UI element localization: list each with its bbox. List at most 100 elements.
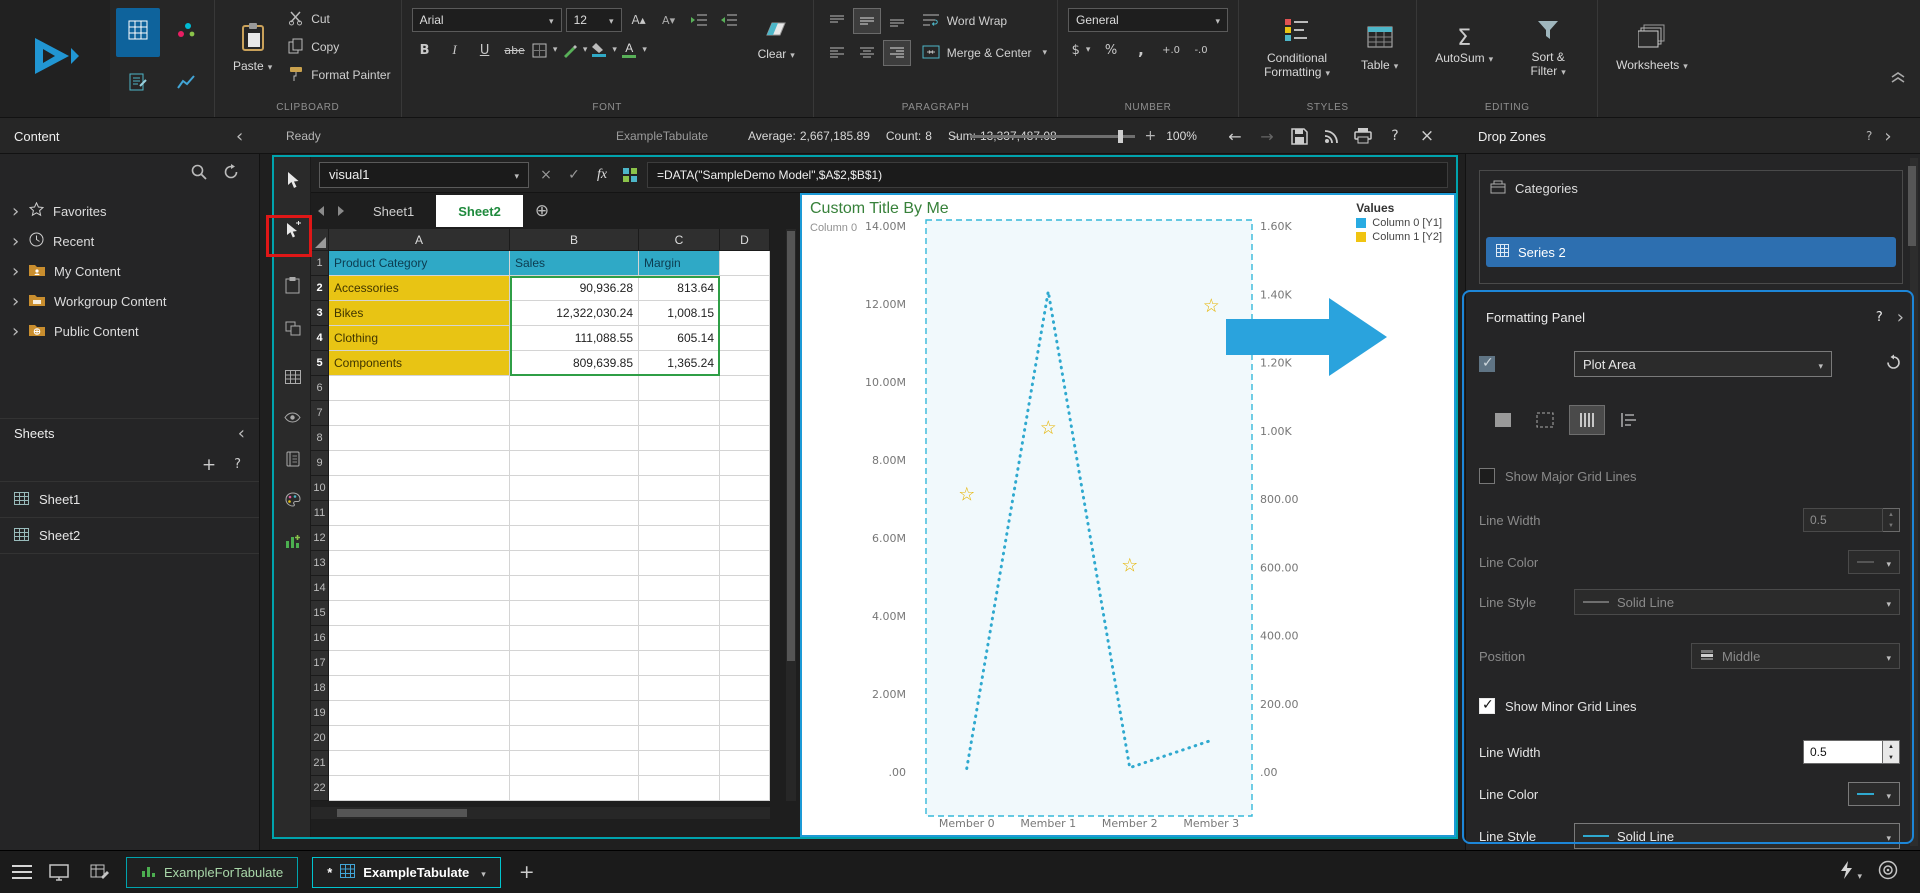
cell-D21[interactable] bbox=[720, 751, 770, 776]
row-header-3[interactable]: 3 bbox=[311, 301, 329, 326]
cell-C4[interactable]: 605.14 bbox=[639, 326, 720, 351]
cell-B18[interactable] bbox=[510, 676, 639, 701]
cell-A7[interactable] bbox=[329, 401, 510, 426]
row-header-15[interactable]: 15 bbox=[311, 601, 329, 626]
gridlines-tab-icon[interactable] bbox=[1570, 406, 1604, 434]
cell-A16[interactable] bbox=[329, 626, 510, 651]
zoom-in-icon[interactable]: + bbox=[1145, 128, 1157, 144]
cell-C18[interactable] bbox=[639, 676, 720, 701]
worksheets-button[interactable]: Worksheets bbox=[1608, 6, 1696, 92]
data-function-icon[interactable] bbox=[619, 163, 641, 187]
row-header-6[interactable]: 6 bbox=[311, 376, 329, 401]
sheet-nav-prev-icon[interactable] bbox=[318, 206, 324, 216]
eye-tool-icon[interactable] bbox=[280, 405, 305, 430]
sheet-nav-next-icon[interactable] bbox=[338, 206, 344, 216]
row-header-5[interactable]: 5 bbox=[311, 351, 329, 376]
axis-tab-icon[interactable] bbox=[1612, 406, 1646, 434]
align-bottom-icon[interactable] bbox=[884, 9, 910, 33]
cell-C9[interactable] bbox=[639, 451, 720, 476]
show-major-gridlines-checkbox[interactable] bbox=[1479, 468, 1495, 484]
cell-A18[interactable] bbox=[329, 676, 510, 701]
mode-scatter-button[interactable] bbox=[164, 8, 208, 57]
paste-button[interactable]: Paste bbox=[225, 6, 280, 92]
copy-button[interactable]: Copy bbox=[288, 34, 390, 60]
cell-D5[interactable] bbox=[720, 351, 770, 376]
column-header-C[interactable]: C bbox=[639, 229, 720, 251]
fill-color-icon[interactable] bbox=[592, 38, 618, 62]
panel-scrollbar[interactable] bbox=[1910, 158, 1918, 846]
cell-A14[interactable] bbox=[329, 576, 510, 601]
cell-D20[interactable] bbox=[720, 726, 770, 751]
row-header-10[interactable]: 10 bbox=[311, 476, 329, 501]
add-sheet-icon[interactable]: + bbox=[202, 455, 216, 475]
cell-B8[interactable] bbox=[510, 426, 639, 451]
cell-D14[interactable] bbox=[720, 576, 770, 601]
target-icon[interactable] bbox=[1878, 860, 1898, 885]
align-right-icon[interactable] bbox=[884, 41, 910, 65]
cell-B7[interactable] bbox=[510, 401, 639, 426]
select-all-corner[interactable] bbox=[311, 229, 329, 251]
row-header-21[interactable]: 21 bbox=[311, 751, 329, 776]
row-header-17[interactable]: 17 bbox=[311, 651, 329, 676]
cell-D8[interactable] bbox=[720, 426, 770, 451]
new-document-tab-icon[interactable]: + bbox=[519, 861, 535, 883]
currency-format-icon[interactable] bbox=[1068, 38, 1094, 62]
cell-D1[interactable] bbox=[720, 251, 770, 276]
cell-D19[interactable] bbox=[720, 701, 770, 726]
cell-C1[interactable]: Margin bbox=[639, 251, 720, 276]
row-header-4[interactable]: 4 bbox=[311, 326, 329, 351]
zoom-slider[interactable] bbox=[970, 135, 1135, 138]
cell-A4[interactable]: Clothing bbox=[329, 326, 510, 351]
cell-D2[interactable] bbox=[720, 276, 770, 301]
font-color-icon[interactable]: A bbox=[622, 38, 648, 62]
word-wrap-button[interactable]: Word Wrap bbox=[922, 8, 1007, 34]
formatting-help-icon[interactable]: ? bbox=[1876, 310, 1883, 325]
save-icon[interactable] bbox=[1286, 123, 1312, 149]
font-size-select[interactable]: 12 bbox=[566, 8, 622, 32]
row-header-2[interactable]: 2 bbox=[311, 276, 329, 301]
sheet-tab-sheet2[interactable]: Sheet2 bbox=[436, 195, 523, 227]
border-tab-icon[interactable] bbox=[1528, 406, 1562, 434]
sheets-help-icon[interactable]: ? bbox=[234, 457, 241, 472]
comma-format-icon[interactable] bbox=[1128, 38, 1154, 62]
conditional-formatting-button[interactable]: Conditional Formatting bbox=[1249, 6, 1345, 92]
cell-D4[interactable] bbox=[720, 326, 770, 351]
show-minor-gridlines-checkbox[interactable] bbox=[1479, 698, 1495, 714]
italic-icon[interactable] bbox=[442, 38, 468, 62]
reset-formatting-icon[interactable] bbox=[1885, 354, 1902, 374]
cell-B21[interactable] bbox=[510, 751, 639, 776]
cell-B9[interactable] bbox=[510, 451, 639, 476]
quick-actions-lightning-icon[interactable] bbox=[1840, 861, 1862, 884]
font-family-select[interactable]: Arial bbox=[412, 8, 562, 32]
mode-sheet-button[interactable] bbox=[116, 61, 160, 110]
bold-icon[interactable] bbox=[412, 38, 438, 62]
cell-B1[interactable]: Sales bbox=[510, 251, 639, 276]
align-center-icon[interactable] bbox=[854, 41, 880, 65]
align-middle-icon[interactable] bbox=[854, 9, 880, 33]
autosum-button[interactable]: Σ AutoSum bbox=[1427, 6, 1501, 92]
cell-A15[interactable] bbox=[329, 601, 510, 626]
cell-D3[interactable] bbox=[720, 301, 770, 326]
row-header-16[interactable]: 16 bbox=[311, 626, 329, 651]
series2-chip[interactable]: Series 2 bbox=[1486, 237, 1896, 267]
cell-B19[interactable] bbox=[510, 701, 639, 726]
number-format-select[interactable]: General bbox=[1068, 8, 1228, 32]
cell-C6[interactable] bbox=[639, 376, 720, 401]
clipboard-tool-icon[interactable] bbox=[280, 273, 305, 298]
cell-A3[interactable]: Bikes bbox=[329, 301, 510, 326]
cell-A20[interactable] bbox=[329, 726, 510, 751]
tree-item-recent[interactable]: Recent bbox=[0, 226, 259, 256]
cell-A19[interactable] bbox=[329, 701, 510, 726]
clear-button[interactable]: Clear bbox=[750, 6, 803, 78]
mode-chart-button[interactable] bbox=[164, 61, 208, 110]
column-header-A[interactable]: A bbox=[329, 229, 510, 251]
cell-B17[interactable] bbox=[510, 651, 639, 676]
cell-C12[interactable] bbox=[639, 526, 720, 551]
increase-decimal-icon[interactable] bbox=[1158, 38, 1184, 62]
format-painter-button[interactable]: Format Painter bbox=[288, 62, 390, 88]
cell-C22[interactable] bbox=[639, 776, 720, 801]
merge-center-button[interactable]: Merge & Center bbox=[922, 40, 1047, 66]
minor-line-color-picker[interactable] bbox=[1848, 782, 1900, 806]
close-document-icon[interactable]: × bbox=[1414, 123, 1440, 149]
app-logo[interactable] bbox=[0, 0, 110, 117]
